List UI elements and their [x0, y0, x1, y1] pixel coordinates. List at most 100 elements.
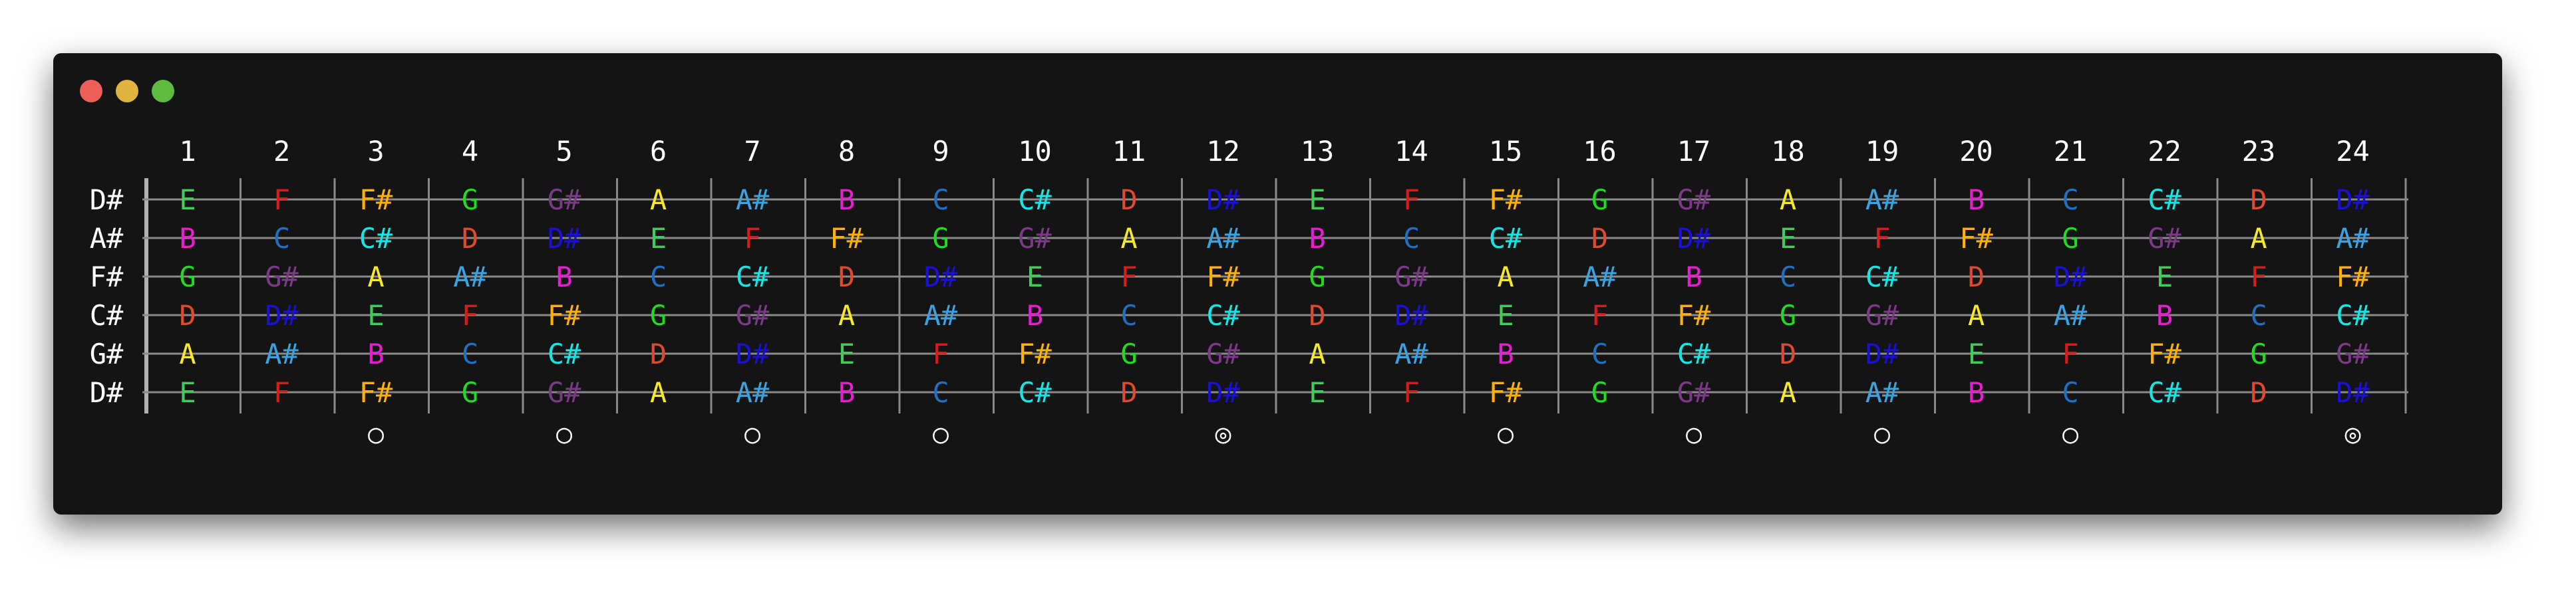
inlay-marker-icon: ○ — [1874, 419, 1890, 449]
fret-note: C# — [736, 261, 770, 293]
fret-note: D — [1591, 222, 1608, 255]
fret-note: A# — [1865, 183, 1899, 216]
fret-number-16: 16 — [1583, 135, 1617, 168]
fret-note: C# — [1018, 376, 1052, 409]
fret-note: F# — [1959, 222, 1993, 255]
fret-note: A — [1780, 183, 1796, 216]
fret-note: C# — [1206, 299, 1240, 332]
fret-note: G — [1309, 261, 1325, 293]
fret-note: G# — [2336, 338, 2370, 370]
fret-note: C — [932, 376, 949, 409]
fret-note: D# — [1206, 183, 1240, 216]
inlay-marker-icon: ◎ — [2344, 419, 2360, 449]
fret-note: F# — [1489, 376, 1523, 409]
fret-note: E — [1027, 261, 1043, 293]
fret-note: F# — [1018, 338, 1052, 370]
fret-note: C — [932, 183, 949, 216]
fret-number-18: 18 — [1771, 135, 1805, 168]
fret-note: D — [650, 338, 667, 370]
fret-note: F# — [1677, 299, 1711, 332]
fret-note: A — [1497, 261, 1514, 293]
fret-number-6: 6 — [650, 135, 667, 168]
fret-note: C — [2062, 376, 2078, 409]
fret-note: E — [1309, 376, 1325, 409]
fret-note: E — [179, 183, 196, 216]
fret-note: A — [179, 338, 196, 370]
fret-note: C — [273, 222, 290, 255]
fret-note: G — [650, 299, 667, 332]
fret-note: D# — [548, 222, 581, 255]
inlay-marker-icon: ○ — [2062, 419, 2078, 449]
fret-note: B — [838, 183, 855, 216]
fret-note: D — [838, 261, 855, 293]
fret-note: F# — [2336, 261, 2370, 293]
open-string-label: C# — [90, 299, 124, 332]
fret-note: B — [1685, 261, 1702, 293]
fret-note: D — [2250, 376, 2267, 409]
fret-note: F — [462, 299, 478, 332]
fret-number-7: 7 — [744, 135, 760, 168]
fret-note: C# — [2148, 376, 2181, 409]
fret-note: F — [1591, 299, 1608, 332]
open-string-label: F# — [90, 261, 124, 293]
fret-number-15: 15 — [1489, 135, 1523, 168]
fret-note: D# — [1206, 376, 1240, 409]
fret-number-8: 8 — [838, 135, 855, 168]
fret-note: B — [1968, 183, 1985, 216]
fret-note: F# — [359, 376, 393, 409]
fret-note: E — [367, 299, 384, 332]
fret-note: D# — [1394, 299, 1428, 332]
fret-note: F# — [2148, 338, 2181, 370]
fret-note: E — [1497, 299, 1514, 332]
fret-note: C# — [1865, 261, 1899, 293]
fret-note: D — [1309, 299, 1325, 332]
inlay-marker-icon: ◎ — [1215, 419, 1231, 449]
fret-note: E — [1968, 338, 1985, 370]
fret-note: F# — [1489, 183, 1523, 216]
fret-note: A# — [2054, 299, 2088, 332]
fret-note: F — [2250, 261, 2267, 293]
fret-number-5: 5 — [556, 135, 572, 168]
fret-note: C — [462, 338, 478, 370]
inlay-marker-icon: ○ — [1498, 419, 1514, 449]
fret-number-19: 19 — [1865, 135, 1899, 168]
fret-note: G# — [1394, 261, 1428, 293]
fret-number-1: 1 — [179, 135, 196, 168]
inlay-marker-icon: ○ — [1686, 419, 1702, 449]
fret-note: A# — [1206, 222, 1240, 255]
fret-note: D — [462, 222, 478, 255]
fret-note: F# — [548, 299, 581, 332]
open-string-label: A# — [90, 222, 124, 255]
fret-note: G# — [2148, 222, 2181, 255]
fret-note: E — [1780, 222, 1796, 255]
fret-note: F — [744, 222, 760, 255]
inlay-marker-icon: ○ — [556, 419, 572, 449]
fret-note: G — [1780, 299, 1796, 332]
fret-note: A — [1309, 338, 1325, 370]
fret-note: E — [2156, 261, 2173, 293]
fret-note: F# — [830, 222, 864, 255]
fret-note: B — [1497, 338, 1514, 370]
fret-note: A# — [1865, 376, 1899, 409]
fret-note: G# — [1677, 183, 1711, 216]
fret-note: A — [838, 299, 855, 332]
fret-note: F — [932, 338, 949, 370]
fret-note: G# — [1865, 299, 1899, 332]
fret-note: C — [650, 261, 667, 293]
fret-number-12: 12 — [1206, 135, 1240, 168]
fret-number-2: 2 — [273, 135, 290, 168]
fret-note: C — [2250, 299, 2267, 332]
fret-note: A — [1968, 299, 1985, 332]
fret-number-14: 14 — [1394, 135, 1428, 168]
fret-number-23: 23 — [2242, 135, 2276, 168]
fret-note: D — [2250, 183, 2267, 216]
fret-note: F — [2062, 338, 2078, 370]
fret-note: D# — [2336, 183, 2370, 216]
fret-note: D# — [2336, 376, 2370, 409]
fret-note: G# — [1018, 222, 1052, 255]
fret-note: A# — [736, 183, 770, 216]
fret-note: G — [2250, 338, 2267, 370]
fret-note: B — [179, 222, 196, 255]
fret-note: G — [179, 261, 196, 293]
terminal-window: 1 2 3 4 5 6 7 8 9 10 11 12 13 14 15 16 17 18 19 20 21 22 23 24 D… — [53, 53, 2502, 515]
